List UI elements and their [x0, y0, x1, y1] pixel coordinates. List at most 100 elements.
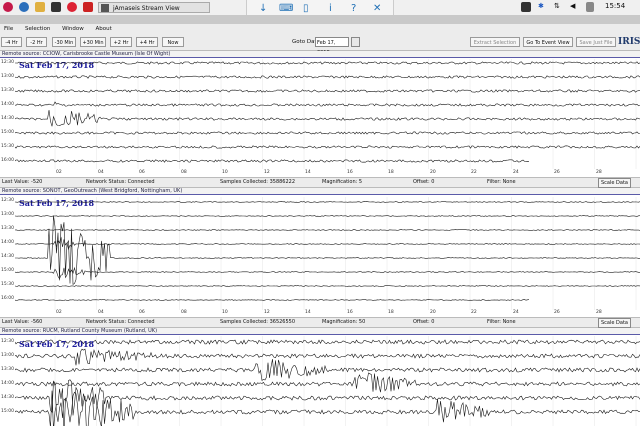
settings-icon[interactable] — [67, 2, 77, 12]
y-tick-label: 16:00 — [1, 158, 14, 163]
bluetooth-icon[interactable]: ✱ — [538, 2, 544, 10]
menu-about[interactable]: About — [96, 26, 112, 32]
plus-2hr-button[interactable]: +2 Hr — [110, 37, 132, 47]
seismic-trace — [15, 159, 530, 163]
seismogram-panel-2: Remote source: SONOT, GeoOutreach (West … — [0, 188, 640, 317]
clock: 15:54 — [605, 2, 626, 10]
x-tick-label: 22 — [471, 310, 477, 315]
y-tick-label: 15:00 — [1, 130, 14, 135]
window-title-bar — [0, 15, 640, 24]
x-tick-label: 26 — [554, 310, 560, 315]
calendar-icon[interactable] — [351, 37, 360, 47]
y-tick-label: 16:00 — [1, 296, 14, 301]
y-tick-label: 12:30 — [1, 60, 14, 65]
last-value: Last Value: -520 — [2, 179, 43, 185]
x-tick-label: 08 — [181, 310, 187, 315]
x-tick-label: 04 — [98, 170, 104, 175]
x-tick-label: 18 — [388, 310, 394, 315]
minus-4hr-button[interactable]: -4 Hr — [1, 37, 22, 47]
offset: Offset: 0 — [413, 179, 435, 185]
app-icon[interactable] — [83, 2, 93, 12]
help-icon[interactable]: ? — [351, 3, 356, 14]
seismic-trace — [15, 285, 640, 287]
save-just-file-button[interactable]: Save Just File — [576, 37, 616, 47]
seismic-trace — [15, 229, 640, 231]
iris-logo: IRIS — [618, 37, 640, 47]
now-button[interactable]: Now — [162, 37, 184, 47]
y-tick-label: 14:30 — [1, 254, 14, 259]
scale-data-button[interactable]: Scale Data — [598, 178, 631, 188]
go-to-event-view-button[interactable]: Go To Event View — [523, 37, 573, 47]
y-tick-label: 12:30 — [1, 339, 14, 344]
panel-date: Sat Feb 17, 2018 — [19, 339, 95, 349]
folder-icon[interactable] — [35, 2, 45, 12]
mouse-icon[interactable]: ▯ — [303, 3, 309, 14]
plus-4hr-button[interactable]: +4 Hr — [136, 37, 158, 47]
vnc-icon[interactable] — [521, 2, 531, 12]
network-status: Network Status: Connected — [86, 179, 155, 185]
filter: Filter: None — [487, 179, 516, 185]
menu-selection[interactable]: Selection — [25, 26, 50, 32]
x-tick-label: 04 — [98, 310, 104, 315]
seismic-trace — [15, 359, 640, 382]
y-tick-label: 12:30 — [1, 198, 14, 203]
seismogram-plot-1[interactable] — [15, 59, 640, 169]
network-icon[interactable]: ⇅ — [554, 2, 560, 10]
x-tick-label: 02 — [56, 170, 62, 175]
terminal-icon[interactable] — [51, 2, 61, 12]
seismic-trace — [15, 266, 640, 280]
y-tick-label: 14:30 — [1, 395, 14, 400]
minus-30min-button[interactable]: -30 Min — [52, 37, 76, 47]
scale-data-button[interactable]: Scale Data — [598, 318, 631, 328]
eject-icon[interactable] — [586, 2, 594, 12]
y-tick-label: 13:00 — [1, 74, 14, 79]
keyboard-icon[interactable]: ⌨ — [279, 3, 293, 14]
status-bar-1: Last Value: -520 Network Status: Connect… — [0, 177, 640, 188]
menu-bar: File Selection Window About — [0, 24, 640, 34]
seismic-trace — [15, 89, 640, 93]
x-tick-label: 22 — [471, 170, 477, 175]
y-tick-label: 13:30 — [1, 226, 14, 231]
goto-date-input[interactable]: Feb 17, 2018 — [315, 37, 349, 56]
menu-window[interactable]: Window — [62, 26, 84, 32]
filter: Filter: None — [487, 319, 516, 325]
x-tick-label: 12 — [264, 170, 270, 175]
plus-30min-button[interactable]: +30 Min — [80, 37, 106, 47]
raspberry-menu-icon[interactable] — [3, 2, 13, 12]
seismic-trace — [15, 215, 640, 217]
extract-selection-button[interactable]: Extract Selection — [470, 37, 520, 47]
x-tick-label: 16 — [347, 170, 353, 175]
seismogram-panel-3: Remote source: RUCM, Rutland County Muse… — [0, 328, 640, 426]
pin-icon[interactable]: ↓ — [259, 3, 267, 14]
x-tick-label: 08 — [181, 170, 187, 175]
window-icon — [101, 4, 109, 12]
x-tick-label: 14 — [305, 310, 311, 315]
seismogram-plot-3[interactable] — [15, 336, 640, 426]
x-tick-label: 28 — [596, 170, 602, 175]
x-tick-label: 10 — [222, 310, 228, 315]
offset: Offset: 0 — [413, 319, 435, 325]
seismic-trace — [15, 339, 640, 345]
seismogram-plot-2[interactable] — [15, 197, 640, 310]
x-tick-label: 06 — [139, 310, 145, 315]
info-icon[interactable]: i — [329, 3, 332, 14]
x-tick-label: 02 — [56, 310, 62, 315]
y-tick-label: 14:00 — [1, 240, 14, 245]
taskbar-window-button[interactable]: jAmaseis Stream View — [98, 2, 210, 13]
minus-2hr-button[interactable]: -2 Hr — [26, 37, 47, 47]
menu-file[interactable]: File — [4, 26, 13, 32]
y-tick-label: 15:30 — [1, 282, 14, 287]
seismic-trace — [15, 372, 640, 393]
seismic-trace — [15, 101, 640, 107]
panel-source-label: Remote source: CCIOW, Carisbrooke Castle… — [0, 51, 640, 58]
seismic-trace — [15, 299, 530, 301]
close-icon[interactable]: ✕ — [373, 3, 381, 14]
y-tick-label: 13:30 — [1, 367, 14, 372]
seismic-trace — [15, 145, 640, 149]
x-tick-label: 14 — [305, 170, 311, 175]
y-tick-label: 13:30 — [1, 88, 14, 93]
volume-icon[interactable]: ◀ — [570, 2, 575, 10]
y-tick-label: 15:00 — [1, 409, 14, 414]
browser-icon[interactable] — [19, 2, 29, 12]
seismogram-panel-1: Remote source: CCIOW, Carisbrooke Castle… — [0, 51, 640, 177]
